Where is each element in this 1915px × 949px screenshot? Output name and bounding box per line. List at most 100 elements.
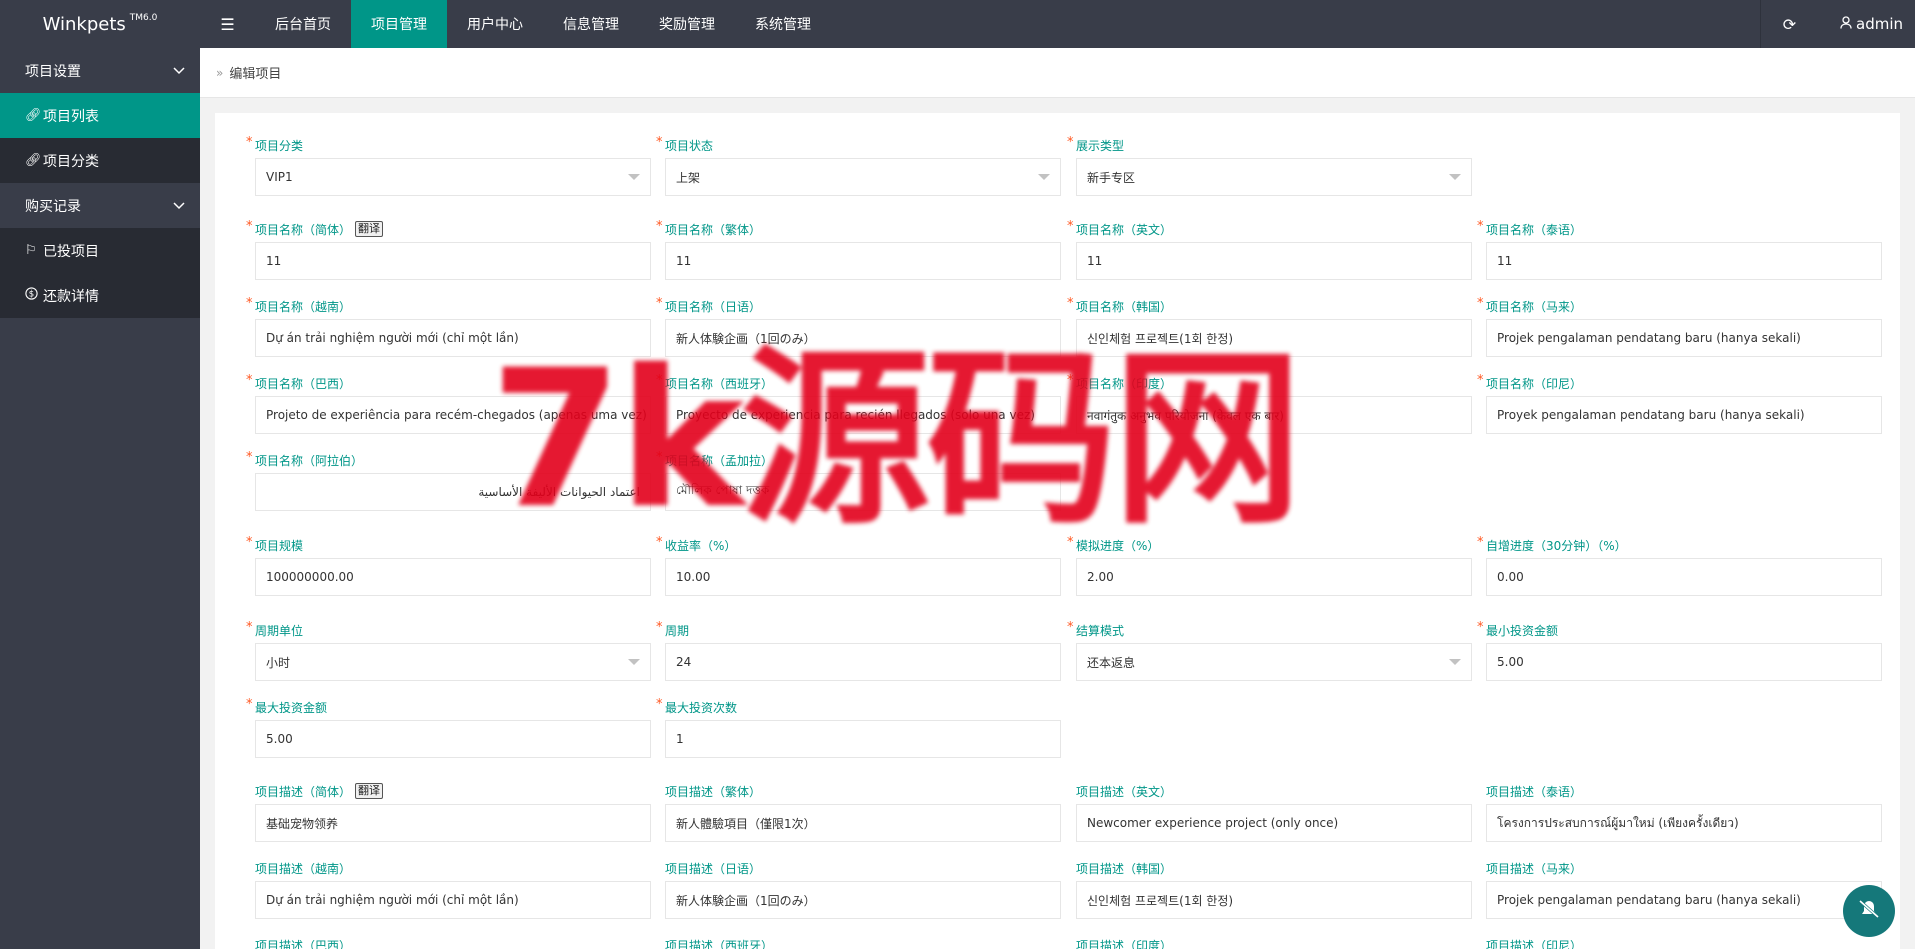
- caret-down-icon: [628, 174, 640, 180]
- name-tw-input[interactable]: 11: [665, 242, 1061, 280]
- sidebar-item-label: 项目分类: [43, 153, 99, 170]
- desc-tw-input[interactable]: 新人體驗項目（僅限1次）: [665, 804, 1061, 842]
- select-value: 小时: [266, 655, 291, 670]
- sidebar-group-label: 项目设置: [25, 63, 81, 80]
- status-select[interactable]: 上架: [665, 158, 1061, 196]
- name-ja-input[interactable]: 新人体験企画（1回のみ）: [665, 319, 1061, 357]
- auto-progress-input[interactable]: 0.00: [1486, 558, 1882, 596]
- sidebar-item-repayment-details[interactable]: $ 还款详情: [0, 273, 200, 318]
- field-name-hi: 项目名称（印度） नवागंतुक अनुभव परियोजना (केवल ए…: [1076, 375, 1472, 434]
- max-times-input[interactable]: 1: [665, 720, 1061, 758]
- field-label: 结算模式: [1076, 623, 1125, 638]
- field-label: 最小投资金额: [1486, 623, 1559, 638]
- field-period-unit: 周期单位 小时: [255, 622, 651, 681]
- max-invest-input[interactable]: 5.00: [255, 720, 651, 758]
- nav-info-management[interactable]: 信息管理: [543, 0, 639, 48]
- field-name-pt: 项目名称（巴西） Projeto de experiência para rec…: [255, 375, 651, 434]
- field-label: 项目名称（韩国）: [1076, 299, 1173, 314]
- translate-button[interactable]: 翻译: [355, 783, 384, 799]
- field-desc-ja: 项目描述（日语） 新人体験企画（1回のみ）: [665, 860, 1061, 919]
- field-label: 项目描述（越南）: [255, 861, 352, 876]
- field-name-bn: 项目名称（孟加拉） মৌলিক পোষা দত্তক: [665, 452, 1061, 511]
- field-name-ko: 项目名称（韩国） 신인체험 프로젝트(1회 한정): [1076, 298, 1472, 357]
- name-ms-input[interactable]: Projek pengalaman pendatang baru (hanya …: [1486, 319, 1882, 357]
- display-type-select[interactable]: 新手专区: [1076, 158, 1472, 196]
- app-logo[interactable]: Winkpets TM6.0: [0, 0, 200, 48]
- sidebar-item-project-category[interactable]: 🔗︎ 项目分类: [0, 138, 200, 183]
- name-ar-input[interactable]: اعتماد الحيوانات الأليفة الأساسية: [255, 473, 651, 511]
- nav-reward-management[interactable]: 奖励管理: [639, 0, 735, 48]
- field-desc-th: 项目描述（泰语） โครงการประสบการณ์ผู้มาใหม่ (เพี…: [1486, 783, 1882, 842]
- user-menu[interactable]: admin: [1818, 0, 1915, 48]
- settle-mode-select[interactable]: 还本返息: [1076, 643, 1472, 681]
- floating-mute-button[interactable]: [1843, 885, 1895, 937]
- field-label: 最大投资次数: [665, 700, 738, 715]
- name-hi-input[interactable]: नवागंतुक अनुभव परियोजना (केवल एक बार): [1076, 396, 1472, 434]
- name-es-input[interactable]: Proyecto de experiencia para recién lleg…: [665, 396, 1061, 434]
- sidebar-item-invested-projects[interactable]: ⚐ 已投项目: [0, 228, 200, 273]
- field-name-id: 项目名称（印尼） Proyek pengalaman pendatang bar…: [1486, 375, 1882, 434]
- field-max-times: 最大投资次数 1: [665, 699, 1061, 758]
- field-label: 收益率（%）: [665, 538, 737, 553]
- category-select[interactable]: VIP1: [255, 158, 651, 196]
- nav-home[interactable]: 后台首页: [255, 0, 351, 48]
- desc-vi-input[interactable]: Dự án trải nghiệm người mới (chỉ một lần…: [255, 881, 651, 919]
- min-invest-input[interactable]: 5.00: [1486, 643, 1882, 681]
- period-input[interactable]: 24: [665, 643, 1061, 681]
- field-label: 项目名称（泰语）: [1486, 222, 1583, 237]
- field-label: 项目名称（孟加拉）: [665, 453, 774, 468]
- name-ko-input[interactable]: 신인체험 프로젝트(1회 한정): [1076, 319, 1472, 357]
- name-id-input[interactable]: Proyek pengalaman pendatang baru (hanya …: [1486, 396, 1882, 434]
- desc-en-input[interactable]: Newcomer experience project (only once): [1076, 804, 1472, 842]
- app-version: TM6.0: [129, 13, 158, 23]
- field-name-vi: 项目名称（越南） Dự án trải nghiệm người mới (ch…: [255, 298, 651, 357]
- top-nav: 后台首页 项目管理 用户中心 信息管理 奖励管理 系统管理: [255, 0, 831, 48]
- translate-button[interactable]: 翻译: [355, 221, 384, 237]
- bell-slash-icon: [1856, 896, 1882, 926]
- field-name-tw: 项目名称（繁体） 11: [665, 221, 1061, 280]
- desc-ja-input[interactable]: 新人体験企画（1回のみ）: [665, 881, 1061, 919]
- nav-project-management[interactable]: 项目管理: [351, 0, 447, 48]
- field-label: 模拟进度（%）: [1076, 538, 1160, 553]
- field-label: 项目描述（巴西）: [255, 938, 352, 949]
- name-vi-input[interactable]: Dự án trải nghiệm người mới (chỉ một lần…: [255, 319, 651, 357]
- field-label: 项目名称（日语）: [665, 299, 762, 314]
- scale-input[interactable]: 100000000.00: [255, 558, 651, 596]
- field-name-ja: 项目名称（日语） 新人体験企画（1回のみ）: [665, 298, 1061, 357]
- name-zh-input[interactable]: 11: [255, 242, 651, 280]
- desc-zh-input[interactable]: 基础宠物领养: [255, 804, 651, 842]
- field-category: 项目分类 VIP1: [255, 137, 651, 196]
- sidebar-group-project-settings[interactable]: 项目设置: [0, 48, 200, 93]
- sidebar-item-project-list[interactable]: 🔗︎ 项目列表: [0, 93, 200, 138]
- period-unit-select[interactable]: 小时: [255, 643, 651, 681]
- field-status: 项目状态 上架: [665, 137, 1061, 196]
- sidebar: 项目设置 🔗︎ 项目列表 🔗︎ 项目分类 购买记录 ⚐ 已投项目 $ 还款详情: [0, 48, 200, 949]
- desc-ms-input[interactable]: Projek pengalaman pendatang baru (hanya …: [1486, 881, 1882, 919]
- yield-input[interactable]: 10.00: [665, 558, 1061, 596]
- name-pt-input[interactable]: Projeto de experiência para recém-chegad…: [255, 396, 651, 434]
- sim-progress-input[interactable]: 2.00: [1076, 558, 1472, 596]
- field-desc-vi: 项目描述（越南） Dự án trải nghiệm người mới (ch…: [255, 860, 651, 919]
- desc-th-input[interactable]: โครงการประสบการณ์ผู้มาใหม่ (เพียงครั้งเด…: [1486, 804, 1882, 842]
- nav-system-management[interactable]: 系统管理: [735, 0, 831, 48]
- select-value: 上架: [676, 170, 701, 185]
- field-name-zh: 项目名称（简体）翻译 11: [255, 221, 651, 280]
- field-desc-tw: 项目描述（繁体） 新人體驗項目（僅限1次）: [665, 783, 1061, 842]
- menu-toggle-icon[interactable]: ☰: [200, 0, 255, 48]
- field-label: 项目名称（巴西）: [255, 376, 352, 391]
- caret-down-icon: [1449, 174, 1461, 180]
- name-bn-input[interactable]: মৌলিক পোষা দত্তক: [665, 473, 1061, 511]
- field-period: 周期 24: [665, 622, 1061, 681]
- nav-user-center[interactable]: 用户中心: [447, 0, 543, 48]
- name-en-input[interactable]: 11: [1076, 242, 1472, 280]
- field-label: 展示类型: [1076, 138, 1125, 153]
- sidebar-group-purchase-records[interactable]: 购买记录: [0, 183, 200, 228]
- refresh-icon[interactable]: ⟳: [1760, 0, 1818, 48]
- desc-ko-input[interactable]: 신인체험 프로젝트(1회 한정): [1076, 881, 1472, 919]
- sidebar-item-label: 项目列表: [43, 108, 99, 125]
- name-th-input[interactable]: 11: [1486, 242, 1882, 280]
- field-label: 项目名称（简体）: [255, 222, 352, 237]
- user-icon: [1840, 15, 1852, 33]
- field-sim-progress: 模拟进度（%） 2.00: [1076, 537, 1472, 596]
- field-desc-hi: 项目描述（印度）: [1076, 937, 1472, 949]
